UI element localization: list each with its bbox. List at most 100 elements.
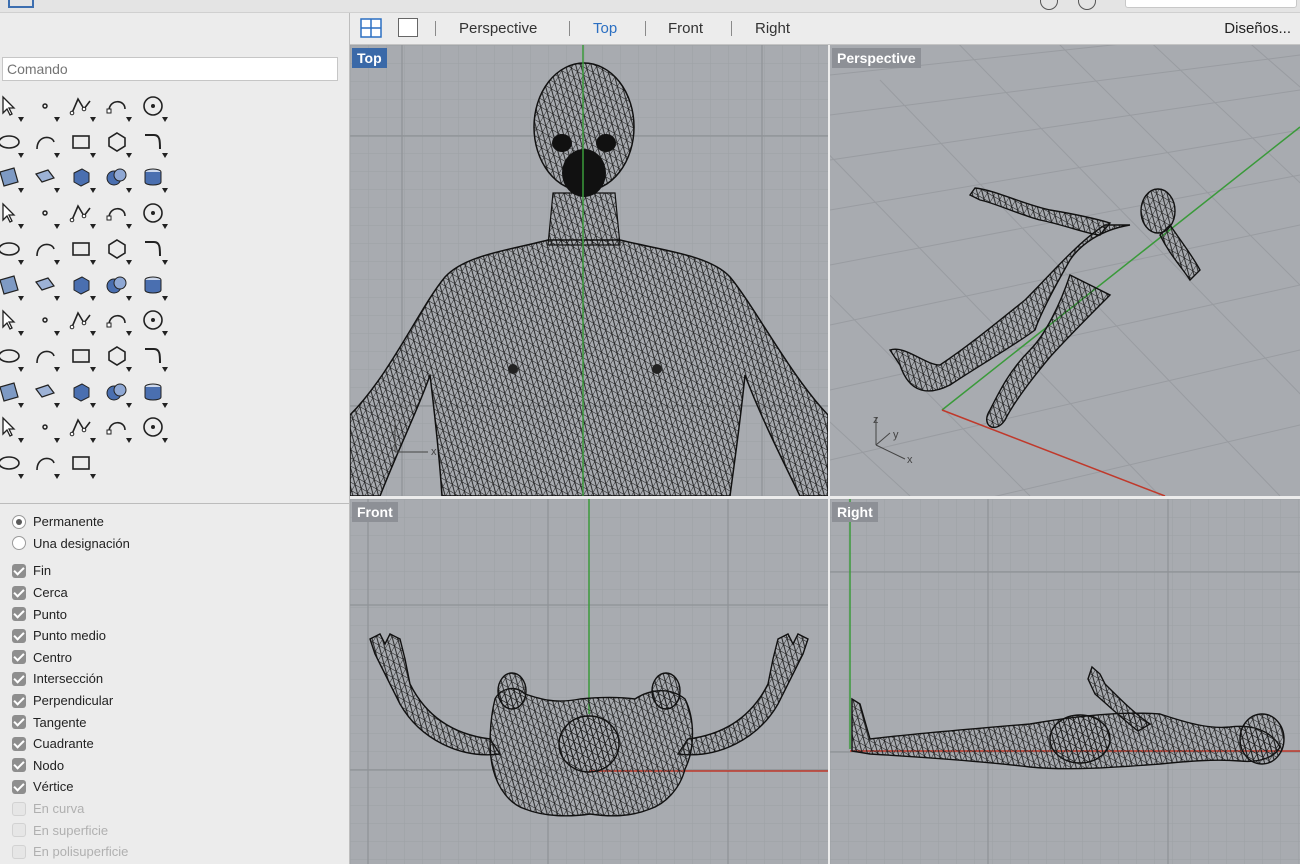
split-icon[interactable] xyxy=(140,200,168,230)
checkbox-point[interactable] xyxy=(12,607,26,622)
rectangle-icon[interactable] xyxy=(68,129,96,158)
explode-icon[interactable] xyxy=(68,200,96,230)
cylinder-icon[interactable] xyxy=(140,164,168,194)
puzzle-icon[interactable] xyxy=(32,200,60,230)
osnap-end[interactable]: Fin xyxy=(12,560,342,582)
osnap-tangent[interactable]: Tangente xyxy=(12,711,342,733)
osnap-center[interactable]: Centro xyxy=(12,647,342,669)
snap-icon[interactable] xyxy=(0,343,24,372)
render-sphere-icon[interactable] xyxy=(104,414,132,444)
osnap-perpendicular[interactable]: Perpendicular xyxy=(12,690,342,712)
osnap-on-polysurface[interactable]: En polisuperficie xyxy=(12,841,342,863)
curve-edit-icon[interactable] xyxy=(68,236,96,265)
viewport-label-top[interactable]: Top xyxy=(352,48,387,68)
osnap-point[interactable]: Punto xyxy=(12,603,342,625)
checkbox-on-polysurface[interactable] xyxy=(12,844,26,859)
osnap-intersection[interactable]: Intersección xyxy=(12,668,342,690)
tab-right[interactable]: Right xyxy=(755,20,790,37)
sync-icon[interactable] xyxy=(1040,0,1058,10)
checkbox-perpendicular[interactable] xyxy=(12,693,26,708)
osnap-mode-one-time[interactable]: Una designación xyxy=(12,533,342,555)
tab-perspective[interactable]: Perspective xyxy=(459,20,537,37)
curve-icon[interactable] xyxy=(104,93,132,122)
osnap-near[interactable]: Cerca xyxy=(12,582,342,604)
blue-sphere-icon[interactable] xyxy=(0,450,24,479)
command-input[interactable] xyxy=(2,57,338,81)
radio-permanent[interactable] xyxy=(12,514,26,529)
point-icon[interactable] xyxy=(32,93,60,122)
checkbox-on-curve[interactable] xyxy=(12,801,26,816)
osnap-on-surface[interactable]: En superficie xyxy=(12,819,342,841)
scale-icon[interactable] xyxy=(68,272,96,301)
arc-icon[interactable] xyxy=(32,129,60,158)
polyline-icon[interactable] xyxy=(68,93,96,122)
tab-front[interactable]: Front xyxy=(668,20,703,37)
checkbox-near[interactable] xyxy=(12,585,26,600)
material-icon[interactable] xyxy=(32,414,60,444)
transform-icon[interactable] xyxy=(68,307,96,337)
zoom-extents-icon[interactable] xyxy=(104,343,132,372)
viewport-right[interactable]: Right xyxy=(830,499,1300,864)
plane-icon[interactable] xyxy=(0,200,24,230)
fillet-icon[interactable] xyxy=(140,129,168,158)
viewport-label-right[interactable]: Right xyxy=(832,502,878,522)
analyze-icon[interactable] xyxy=(140,307,168,337)
text-icon[interactable] xyxy=(140,236,168,265)
polygon-icon[interactable] xyxy=(104,129,132,158)
array-icon[interactable] xyxy=(0,307,24,337)
viewport-front[interactable]: Front xyxy=(350,499,828,864)
viewport-label-perspective[interactable]: Perspective xyxy=(832,48,921,68)
dimension-icon[interactable] xyxy=(140,272,168,301)
osnap-midpoint[interactable]: Punto medio xyxy=(12,625,342,647)
box-icon[interactable] xyxy=(68,164,96,194)
color-wheel-icon[interactable] xyxy=(68,414,96,444)
checkbox-vertex[interactable] xyxy=(12,779,26,794)
boolean-icon[interactable] xyxy=(0,236,24,265)
osnap-knot[interactable]: Nodo xyxy=(12,755,342,777)
four-viewports-icon[interactable] xyxy=(360,18,382,38)
select-arrow-icon[interactable] xyxy=(0,93,24,122)
search-field[interactable] xyxy=(1125,0,1297,8)
extrude-surface-icon[interactable] xyxy=(32,164,60,194)
checkbox-tangent[interactable] xyxy=(12,715,26,730)
bulb-icon[interactable] xyxy=(140,379,168,408)
osnap-vertex[interactable]: Vértice xyxy=(12,776,342,798)
viewport-top[interactable]: x Top xyxy=(350,45,828,496)
osnap-quadrant[interactable]: Cuadrante xyxy=(12,733,342,755)
ellipse-icon[interactable] xyxy=(0,129,24,158)
trim-icon[interactable] xyxy=(104,200,132,230)
history-icon[interactable] xyxy=(68,450,96,479)
osnap-on-curve[interactable]: En curva xyxy=(12,798,342,820)
sphere-icon[interactable] xyxy=(104,164,132,194)
check-icon[interactable] xyxy=(104,307,132,337)
single-viewport-icon[interactable] xyxy=(398,18,418,37)
checkbox-quadrant[interactable] xyxy=(12,736,26,751)
grid-icon[interactable] xyxy=(68,379,96,408)
zoom-icon[interactable] xyxy=(32,343,60,372)
lights-icon[interactable] xyxy=(104,379,132,408)
tab-top[interactable]: Top xyxy=(593,20,617,37)
checkbox-on-surface[interactable] xyxy=(12,823,26,838)
car-icon[interactable] xyxy=(32,379,60,408)
checkbox-midpoint[interactable] xyxy=(12,628,26,643)
zoom-selected-icon[interactable] xyxy=(140,343,168,372)
help-icon[interactable] xyxy=(1078,0,1096,10)
cone-icon[interactable] xyxy=(32,450,60,479)
viewport-perspective[interactable]: z y x Perspective xyxy=(830,45,1300,496)
checkbox-knot[interactable] xyxy=(12,758,26,773)
zoom-window-icon[interactable] xyxy=(68,343,96,372)
osnap-mode-permanent[interactable]: Permanente xyxy=(12,511,342,533)
distribute-icon[interactable] xyxy=(32,307,60,337)
layouts-button[interactable]: Diseños... xyxy=(1224,20,1291,37)
checkbox-intersection[interactable] xyxy=(12,671,26,686)
checkbox-end[interactable] xyxy=(12,563,26,578)
group-icon[interactable] xyxy=(32,236,60,265)
offset-icon[interactable] xyxy=(104,236,132,265)
checkbox-center[interactable] xyxy=(12,650,26,665)
radio-one-time[interactable] xyxy=(12,536,26,551)
surface-icon[interactable] xyxy=(0,164,24,194)
move-icon[interactable] xyxy=(0,272,24,301)
wireframe-sphere-icon[interactable] xyxy=(140,414,168,444)
rotate-view-icon[interactable] xyxy=(0,379,24,408)
viewport-label-front[interactable]: Front xyxy=(352,502,398,522)
